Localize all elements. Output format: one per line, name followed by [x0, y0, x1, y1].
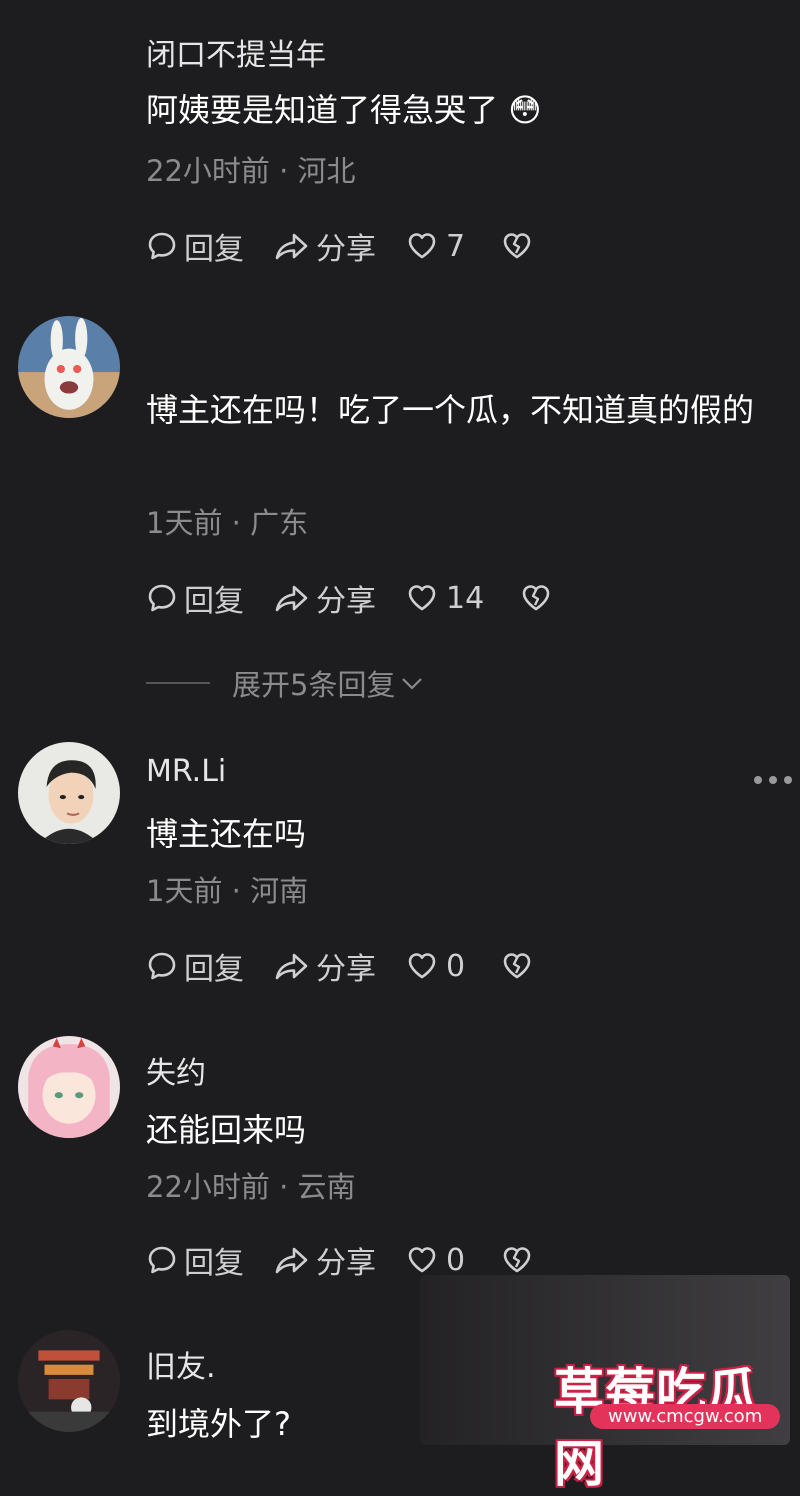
- avatar[interactable]: [18, 742, 120, 844]
- comment-icon: [148, 232, 176, 260]
- heart-icon: [408, 585, 436, 611]
- share-icon: [275, 953, 308, 980]
- like-button[interactable]: 0: [406, 949, 465, 984]
- like-button[interactable]: 0: [406, 1243, 465, 1278]
- username[interactable]: 旧友.: [146, 1342, 216, 1386]
- share-label: 分享: [316, 1246, 376, 1281]
- broken-heart-icon: [522, 585, 550, 611]
- comment-meta: 1天前 · 河南: [146, 874, 309, 908]
- dislike-button[interactable]: [501, 950, 533, 982]
- more-dot: [769, 776, 777, 784]
- share-label: 分享: [316, 584, 376, 619]
- reply-label: 回复: [184, 584, 244, 619]
- watermark-url: www.cmcgw.com: [590, 1404, 781, 1429]
- share-label: 分享: [316, 952, 376, 987]
- reply-label: 回复: [184, 1246, 244, 1281]
- expand-divider: [146, 682, 210, 684]
- like-button[interactable]: 14: [406, 581, 484, 616]
- comment-text: 阿姨要是知道了得急哭了 😳: [146, 82, 766, 138]
- chevron-down-icon: [402, 678, 423, 690]
- heart-icon: [408, 233, 436, 259]
- share-button[interactable]: 分享: [274, 944, 376, 988]
- like-count: 0: [446, 948, 466, 984]
- comment-meta: 22小时前 · 河北: [146, 154, 356, 188]
- comment-text: 博主还在吗: [146, 815, 307, 853]
- comment-text: 博主还在吗！吃了一个瓜，不知道真的假的: [146, 391, 755, 429]
- reply-button[interactable]: 回复: [146, 576, 244, 620]
- more-dot: [784, 776, 792, 784]
- comment-actions: 回复 分享 0: [146, 944, 563, 988]
- username[interactable]: MR.Li: [146, 754, 226, 789]
- comment-actions: 回复 分享 0: [146, 1238, 563, 1282]
- broken-heart-icon: [503, 1247, 531, 1273]
- like-count: 7: [446, 228, 466, 264]
- share-icon: [275, 233, 308, 260]
- dislike-button[interactable]: [501, 1244, 533, 1276]
- reply-button[interactable]: 回复: [146, 1238, 244, 1282]
- reply-label: 回复: [184, 232, 244, 267]
- avatar[interactable]: [18, 1036, 120, 1138]
- reply-button[interactable]: 回复: [146, 944, 244, 988]
- avatar[interactable]: [18, 1330, 120, 1432]
- more-icon[interactable]: [754, 768, 792, 792]
- heart-icon: [408, 1247, 436, 1273]
- comment-icon: [148, 584, 176, 612]
- expand-replies-button[interactable]: 展开5条回复: [146, 662, 425, 704]
- broken-heart-icon: [503, 953, 531, 979]
- comment-icon: [148, 1246, 176, 1274]
- comment-meta: 22小时前 · 云南: [146, 1170, 356, 1204]
- expand-replies-label: 展开5条回复: [232, 668, 396, 702]
- emoji: 😳: [508, 91, 542, 129]
- avatar[interactable]: [18, 316, 120, 418]
- username[interactable]: 失约: [146, 1048, 206, 1092]
- share-label: 分享: [316, 232, 376, 267]
- share-button[interactable]: 分享: [274, 1238, 376, 1282]
- comment-actions: 回复 分享 14: [146, 576, 582, 620]
- dislike-button[interactable]: [501, 230, 533, 262]
- comment-text: 还能回来吗: [146, 1111, 307, 1149]
- share-button[interactable]: 分享: [274, 224, 376, 268]
- share-icon: [275, 585, 308, 612]
- comment-text-content: 阿姨要是知道了得急哭了: [146, 91, 499, 129]
- more-dot: [754, 776, 762, 784]
- comment-icon: [148, 952, 176, 980]
- username[interactable]: 闭口不提当年: [146, 30, 326, 74]
- reply-label: 回复: [184, 952, 244, 987]
- like-count: 14: [446, 580, 485, 616]
- comment-actions: 回复 分享 7: [146, 224, 563, 268]
- share-icon: [275, 1247, 308, 1274]
- like-button[interactable]: 7: [406, 229, 465, 264]
- reply-button[interactable]: 回复: [146, 224, 244, 268]
- dislike-button[interactable]: [520, 582, 552, 614]
- broken-heart-icon: [503, 233, 531, 259]
- heart-icon: [408, 953, 436, 979]
- share-button[interactable]: 分享: [274, 576, 376, 620]
- comment-meta: 1天前 · 广东: [146, 506, 309, 540]
- like-count: 0: [446, 1242, 466, 1278]
